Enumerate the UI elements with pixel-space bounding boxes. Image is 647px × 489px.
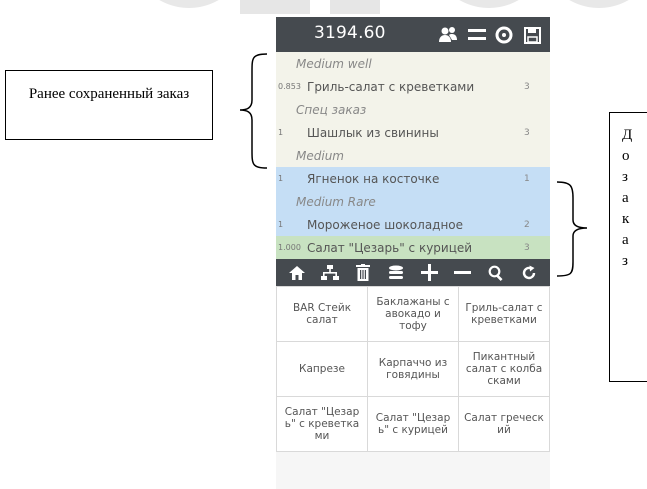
settings-icon[interactable]	[493, 24, 515, 46]
modifier-name: Medium	[296, 148, 344, 163]
menu-item-button[interactable]: Баклажаны с авокадо и тофу	[368, 287, 458, 341]
item-count: 3	[524, 81, 530, 92]
home-icon[interactable]	[286, 263, 308, 283]
note-letter: з	[622, 253, 628, 269]
split-icon[interactable]	[319, 263, 341, 283]
menu-icon[interactable]	[466, 24, 488, 46]
item-name: Шашлык из свинины	[307, 125, 439, 140]
right-brace	[556, 181, 588, 277]
item-count: 3	[524, 242, 530, 253]
order-item[interactable]: 0.853 Гриль-салат с креветками 3	[276, 75, 550, 98]
order-item-selected[interactable]: 1.000 Салат "Цезарь" с курицей 3	[276, 236, 550, 259]
trash-icon[interactable]	[352, 263, 374, 283]
menu-item-button[interactable]: Пикантный салат с колба сками	[459, 342, 549, 396]
top-bar: 3194.60	[276, 17, 550, 52]
action-toolbar	[276, 259, 550, 286]
modifier-name: Medium Rare	[296, 194, 376, 209]
order-list: Medium well 0.853 Гриль-салат с креветка…	[276, 52, 550, 259]
pos-app: 3194.60 Medium well 0.853 Гриль-салат с …	[276, 17, 550, 489]
stack-icon[interactable]	[385, 263, 407, 283]
order-item[interactable]: 1 Шашлык из свинины 3	[276, 121, 550, 144]
modifier-name: Спец заказ	[296, 102, 367, 117]
order-modifier[interactable]: Спец заказ	[276, 98, 550, 121]
background-circle	[540, 0, 647, 8]
menu-item-button[interactable]: Гриль-салат с креветками	[459, 287, 549, 341]
item-name: Мороженое шоколадное	[307, 217, 464, 232]
order-modifier[interactable]: Medium	[276, 144, 550, 167]
menu-item-button[interactable]: Капрезе	[277, 342, 367, 396]
item-count: 2	[524, 219, 530, 230]
background-shape	[240, 0, 310, 14]
menu-item-button[interactable]: Салат "Цезар ь" с курицей	[368, 397, 458, 451]
item-count: 1	[524, 173, 530, 184]
saved-order-note-text: Ранее сохраненный заказ	[28, 86, 190, 102]
item-qty: 1	[278, 174, 284, 183]
saved-order-note: Ранее сохраненный заказ	[5, 70, 213, 140]
order-item[interactable]: 1 Мороженое шоколадное 2	[276, 213, 550, 236]
users-icon[interactable]	[437, 24, 459, 46]
item-name: Салат "Цезарь" с курицей	[307, 240, 473, 255]
order-item[interactable]: 1 Ягненок на косточке 1	[276, 167, 550, 190]
minus-icon[interactable]	[452, 263, 474, 283]
item-name: Ягненок на косточке	[307, 171, 440, 186]
order-total: 3194.60	[314, 23, 386, 43]
note-letter: Д	[622, 127, 633, 143]
background-circle	[430, 0, 548, 8]
menu-item-button[interactable]: Салат греческ ий	[459, 397, 549, 451]
background-shape	[330, 0, 380, 14]
menu-item-button[interactable]: Карпаччо из говядины	[368, 342, 458, 396]
note-letter: з	[622, 169, 628, 185]
background-circle	[130, 0, 248, 8]
order-modifier[interactable]: Medium well	[276, 52, 550, 75]
item-count: 3	[524, 127, 530, 138]
note-letter: о	[622, 148, 630, 164]
search-icon[interactable]	[485, 263, 507, 283]
order-modifier[interactable]: Medium Rare	[276, 190, 550, 213]
item-qty: 1	[278, 128, 284, 137]
note-letter: а	[622, 190, 629, 206]
menu-item-button[interactable]: Салат "Цезар ь" с креветка ми	[277, 397, 367, 451]
note-letter: а	[622, 232, 629, 248]
menu-item-button[interactable]: BAR Стейк салат	[277, 287, 367, 341]
item-qty: 1.000	[278, 243, 301, 252]
menu-grid: BAR Стейк салат Баклажаны с авокадо и то…	[276, 286, 550, 452]
additional-order-note: Д о з а к а з	[609, 112, 647, 382]
save-icon[interactable]	[521, 24, 543, 46]
modifier-name: Medium well	[296, 56, 372, 71]
item-name: Гриль-салат с креветками	[307, 79, 475, 94]
item-qty: 1	[278, 220, 284, 229]
note-letter: к	[622, 211, 630, 227]
plus-icon[interactable]	[419, 263, 441, 283]
refresh-icon[interactable]	[518, 263, 540, 283]
item-qty: 0.853	[278, 82, 301, 91]
left-brace	[239, 53, 268, 169]
